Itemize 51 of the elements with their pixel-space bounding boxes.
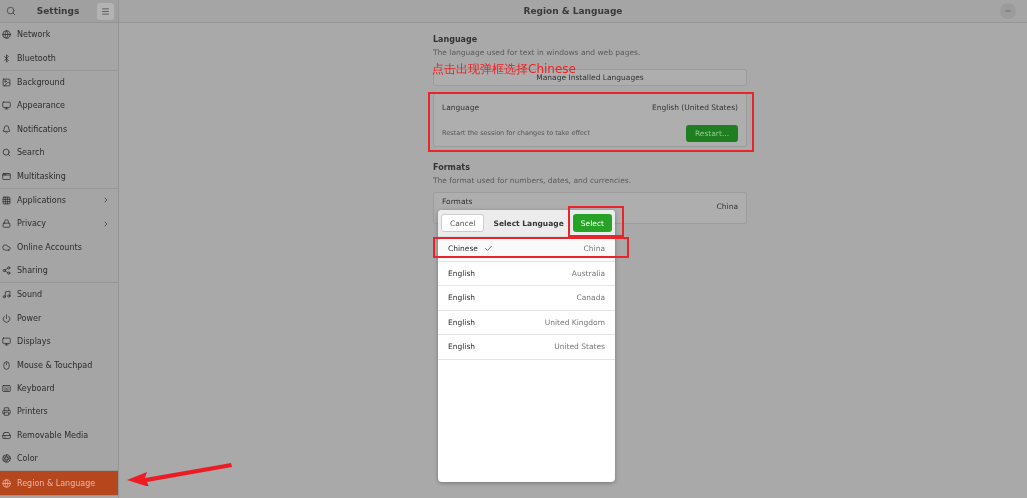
- minus-icon: [1004, 7, 1012, 15]
- window-icon: [2, 171, 11, 181]
- minimize-button[interactable]: [1000, 3, 1016, 19]
- sidebar-item[interactable]: Region & Language: [0, 471, 118, 495]
- grid-icon: [2, 195, 11, 205]
- sidebar-item[interactable]: Sharing: [0, 258, 118, 283]
- window-title: Region & Language: [523, 6, 623, 16]
- printer-icon: [2, 407, 11, 417]
- search-icon: [2, 148, 11, 158]
- chevron-icon: [102, 196, 110, 205]
- music-note-icon: [2, 290, 11, 300]
- sidebar-item[interactable]: Keyboard: [0, 376, 118, 401]
- menu-icon: [101, 6, 110, 16]
- sidebar-title: Settings: [36, 6, 80, 16]
- sidebar-item[interactable]: Appearance: [0, 94, 118, 118]
- sidebar-item[interactable]: Sound: [0, 283, 118, 307]
- sidebar-item[interactable]: Power: [0, 306, 118, 331]
- drive-icon: [2, 430, 11, 440]
- sidebar-item[interactable]: Bluetooth: [0, 46, 118, 70]
- monitor-icon: [2, 101, 11, 111]
- keyboard-icon: [2, 384, 11, 394]
- mouse-icon: [2, 360, 11, 370]
- sidebar-item[interactable]: Multitasking: [0, 164, 118, 188]
- sidebar-item[interactable]: Privacy: [0, 212, 118, 236]
- sidebar-item[interactable]: Mouse & Touchpad: [0, 353, 118, 377]
- sidebar-item[interactable]: Background: [0, 70, 118, 95]
- bluetooth-icon: [2, 53, 11, 63]
- sidebar-item[interactable]: Online Accounts: [0, 235, 118, 259]
- sidebar-item[interactable]: Network: [0, 23, 118, 47]
- sidebar-item[interactable]: Printers: [0, 400, 118, 424]
- search-icon: [5, 6, 16, 16]
- sidebar-item[interactable]: Color: [0, 447, 118, 471]
- sidebar-item[interactable]: Displays: [0, 330, 118, 354]
- lock-icon: [2, 219, 11, 229]
- chevron-icon: [102, 219, 110, 228]
- monitor-icon: [2, 337, 11, 347]
- sidebar-item[interactable]: Applications: [0, 188, 118, 213]
- power-icon: [2, 313, 11, 323]
- sidebar-item[interactable]: Search: [0, 140, 118, 165]
- globe-icon: [2, 478, 11, 488]
- picture-icon: [2, 77, 11, 87]
- section-heading: Formats: [433, 163, 471, 172]
- cloud-icon: [2, 242, 11, 252]
- globe-icon: [2, 30, 11, 40]
- sidebar-item[interactable]: Notifications: [0, 117, 118, 141]
- section-heading: Language: [433, 35, 479, 44]
- bell-icon: [2, 124, 11, 134]
- share-icon: [2, 266, 11, 276]
- aperture-icon: [2, 454, 11, 464]
- sidebar-item[interactable]: Removable Media: [0, 423, 118, 448]
- menu-button[interactable]: [97, 2, 114, 20]
